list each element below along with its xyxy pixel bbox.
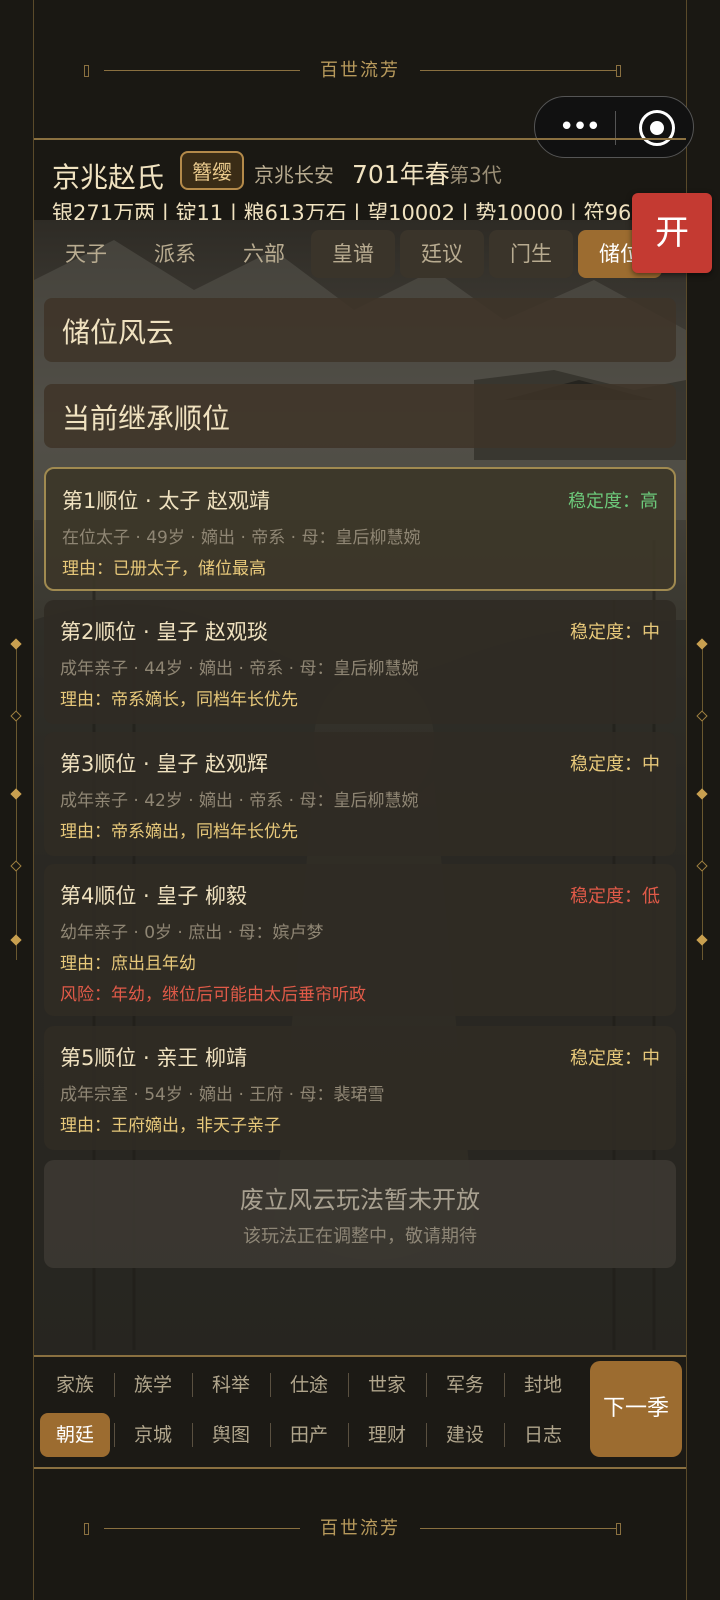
heir-info: 成年亲子 · 44岁 · 嫡出 · 帝系 · 母：皇后柳慧婉 (60, 659, 419, 679)
nav-tianchan[interactable]: 田产 (274, 1413, 344, 1457)
succession-card-5[interactable]: 第5顺位 · 亲王 柳靖 稳定度：中 成年宗室 · 54岁 · 嫡出 · 王府 … (44, 1026, 676, 1150)
banner-cap-right (616, 1523, 621, 1535)
section-sub-title: 当前继承顺位 (44, 384, 676, 448)
nav-jianshe[interactable]: 建设 (430, 1413, 500, 1457)
heir-info: 在位太子 · 49岁 · 嫡出 · 帝系 · 母：皇后柳慧婉 (62, 528, 421, 548)
nav-rizhi[interactable]: 日志 (508, 1413, 578, 1457)
open-button[interactable]: 开 (632, 193, 712, 273)
year-label: 701年春 (352, 160, 450, 189)
heir-info: 成年宗室 · 54岁 · 嫡出 · 王府 · 母：裴珺雪 (60, 1085, 385, 1105)
side-ornament-right (695, 638, 711, 960)
heir-reason: 理由：帝系嫡长，同档年长优先 (60, 690, 298, 710)
tab-liubu[interactable]: 六部 (222, 230, 306, 278)
stability-label: 稳定度：高 (568, 491, 658, 512)
heir-title: 第4顺位 · 皇子 柳毅 (60, 884, 248, 908)
court-tabs: 天子 派系 六部 皇谱 廷议 门生 储位 (44, 230, 684, 280)
nav-separator (192, 1373, 193, 1397)
nav-shitu[interactable]: 仕途 (274, 1363, 344, 1407)
succession-card-2[interactable]: 第2顺位 · 皇子 赵观琰 稳定度：中 成年亲子 · 44岁 · 嫡出 · 帝系… (44, 600, 676, 724)
nav-keju[interactable]: 科举 (196, 1363, 266, 1407)
nav-licai[interactable]: 理财 (352, 1413, 422, 1457)
tab-huangpu[interactable]: 皇谱 (311, 230, 395, 278)
feature-notice: 废立风云玩法暂未开放 该玩法正在调整中，敬请期待 (44, 1160, 676, 1268)
nav-shijia[interactable]: 世家 (352, 1363, 422, 1407)
more-icon[interactable]: ••• (559, 113, 601, 141)
nav-separator (426, 1423, 427, 1447)
stability-label: 稳定度：中 (570, 754, 660, 775)
notice-subtitle: 该玩法正在调整中，敬请期待 (243, 1226, 477, 1247)
section-sub-title-text: 当前继承顺位 (62, 402, 231, 435)
nav-jiazu[interactable]: 家族 (40, 1363, 110, 1407)
nav-separator (114, 1373, 115, 1397)
nav-jingcheng[interactable]: 京城 (118, 1413, 188, 1457)
section-main-title-text: 储位风云 (62, 316, 175, 349)
next-season-button[interactable]: 下一季 (590, 1361, 682, 1457)
banner-title: 百世流芳 (320, 60, 400, 81)
banner-rule-left (104, 70, 300, 71)
succession-card-4[interactable]: 第4顺位 · 皇子 柳毅 稳定度：低 幼年亲子 · 0岁 · 庶出 · 母：嫔卢… (44, 864, 676, 1016)
heir-reason: 理由：已册太子，储位最高 (62, 559, 266, 579)
heir-reason: 理由：帝系嫡出，同档年长优先 (60, 822, 298, 842)
nav-separator (504, 1373, 505, 1397)
heir-title: 第3顺位 · 皇子 赵观辉 (60, 752, 269, 776)
nav-separator (192, 1423, 193, 1447)
generation-label: 第3代 (449, 163, 502, 187)
banner-title: 百世流芳 (320, 1518, 400, 1539)
stability-label: 稳定度：中 (570, 1048, 660, 1069)
miniprogram-capsule: ••• (534, 96, 694, 158)
nav-separator (504, 1423, 505, 1447)
close-circle-icon[interactable] (639, 110, 675, 146)
nav-zuxue[interactable]: 族学 (118, 1363, 188, 1407)
location-label: 京兆长安 (254, 163, 334, 187)
nav-fengdi[interactable]: 封地 (508, 1363, 578, 1407)
succession-card-3[interactable]: 第3顺位 · 皇子 赵观辉 稳定度：中 成年亲子 · 42岁 · 嫡出 · 帝系… (44, 732, 676, 856)
bottom-banner: 百世流芳 (0, 1494, 720, 1564)
section-main-title: 储位风云 (44, 298, 676, 362)
heir-title: 第5顺位 · 亲王 柳靖 (60, 1046, 248, 1070)
nav-separator (114, 1423, 115, 1447)
banner-cap-right (616, 65, 621, 77)
heir-risk: 风险：年幼，继位后可能由太后垂帘听政 (60, 985, 366, 1005)
heir-reason: 理由：庶出且年幼 (60, 954, 196, 974)
heir-info: 成年亲子 · 42岁 · 嫡出 · 帝系 · 母：皇后柳慧婉 (60, 791, 419, 811)
heir-info: 幼年亲子 · 0岁 · 庶出 · 母：嫔卢梦 (60, 923, 324, 943)
notice-title: 废立风云玩法暂未开放 (240, 1186, 480, 1214)
nav-separator (426, 1373, 427, 1397)
nav-chaoting[interactable]: 朝廷 (40, 1413, 110, 1457)
tab-tingyi[interactable]: 廷议 (400, 230, 484, 278)
banner-cap-left (84, 65, 89, 77)
heir-reason: 理由：王府嫡出，非天子亲子 (60, 1116, 281, 1136)
tab-paixi[interactable]: 派系 (133, 230, 217, 278)
tab-tianzi[interactable]: 天子 (44, 230, 128, 278)
succession-card-1[interactable]: 第1顺位 · 太子 赵观靖 稳定度：高 在位太子 · 49岁 · 嫡出 · 帝系… (44, 467, 676, 591)
banner-rule-right (420, 70, 616, 71)
clan-name: 京兆赵氏 (52, 161, 165, 194)
banner-rule-right (420, 1528, 616, 1529)
tab-mensheng[interactable]: 门生 (489, 230, 573, 278)
banner-cap-left (84, 1523, 89, 1535)
nav-separator (348, 1373, 349, 1397)
nav-separator (270, 1423, 271, 1447)
nav-separator (348, 1423, 349, 1447)
title-badge[interactable]: 簪缨 (180, 151, 244, 190)
banner-rule-left (104, 1528, 300, 1529)
nav-yutu[interactable]: 舆图 (196, 1413, 266, 1457)
header-top-rule (34, 138, 686, 140)
heir-title: 第1顺位 · 太子 赵观靖 (62, 489, 271, 513)
bottom-nav: 家族 族学 科举 仕途 世家 军务 封地 朝廷 京城 舆图 田产 理财 建设 日… (34, 1355, 686, 1469)
stability-label: 稳定度：中 (570, 622, 660, 643)
stability-label: 稳定度：低 (570, 886, 660, 907)
heir-title: 第2顺位 · 皇子 赵观琰 (60, 620, 269, 644)
nav-junwu[interactable]: 军务 (430, 1363, 500, 1407)
nav-separator (270, 1373, 271, 1397)
side-ornament-left (9, 638, 25, 960)
